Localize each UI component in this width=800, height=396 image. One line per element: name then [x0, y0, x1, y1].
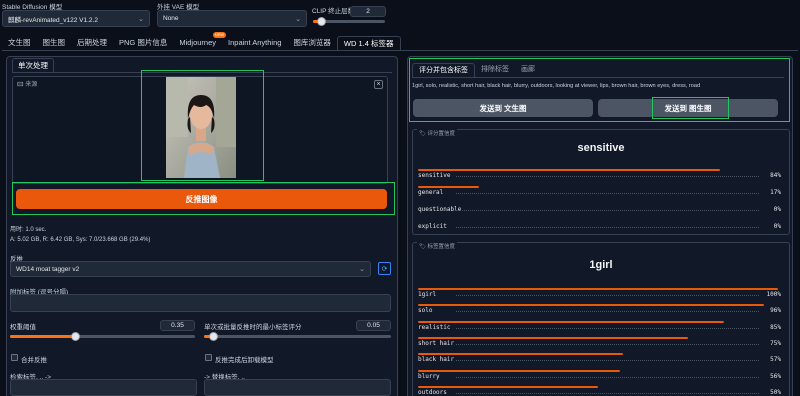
clip-slider[interactable]	[313, 17, 385, 26]
tab-inpaint-anything[interactable]: Inpaint Anything	[222, 36, 287, 50]
tab-image-browser[interactable]: 图库浏览器	[287, 36, 337, 50]
tag-bar	[418, 353, 623, 356]
tag-name: 1girl	[418, 291, 437, 298]
tag-tabs: 评分并包含标签 排除标签 画廊	[412, 63, 784, 78]
tag-name: realistic	[418, 323, 451, 331]
chevron-down-icon: ⌄	[359, 266, 365, 273]
rating-bar	[418, 186, 479, 188]
tab-extras[interactable]: 后期处理	[71, 36, 113, 50]
rating-percent: 0%	[773, 206, 781, 213]
rating-confidence-box: 🏷 评分置信度 sensitive sensitive 84% general 17%…	[412, 129, 790, 235]
vae-select[interactable]: None ⌄	[157, 10, 307, 27]
source-label: 🖾 来源	[17, 82, 38, 88]
tag-bar	[418, 385, 598, 388]
chevron-down-icon: ⌄	[295, 15, 301, 23]
sd-model-value: 麒麟-revAnimated_v122 V1.2.2	[8, 16, 98, 24]
tags-output-text[interactable]: 1girl, solo, realistic, short hair, blac…	[412, 83, 784, 89]
search-tags-input[interactable]	[10, 379, 197, 396]
batch-threshold-slider[interactable]	[204, 332, 391, 341]
unload-label: 反推完成后卸载模型	[215, 357, 274, 364]
tab-png-info[interactable]: PNG 图片信息	[113, 36, 173, 50]
main-tabs: 文生图 图生图 后期处理 PNG 图片信息 Midjourney NEW Inpa…	[2, 32, 798, 51]
send-img2img-highlight	[652, 97, 729, 119]
tag-percent: 75%	[770, 339, 781, 347]
tags-label: 🏷 标签置信度	[417, 242, 458, 250]
rating-bar	[418, 169, 720, 171]
rating-percent: 84%	[770, 172, 781, 179]
tab-excluded-tags[interactable]: 排除标签	[475, 63, 515, 77]
refresh-icon[interactable]: ⟳	[378, 262, 391, 275]
sd-model-select[interactable]: 麒麟-revAnimated_v122 V1.2.2 ⌄	[2, 10, 150, 27]
tags-top-label: 1girl	[589, 259, 613, 271]
tab-img2img[interactable]: 图生图	[37, 36, 72, 50]
rating-name: sensitive	[418, 172, 451, 179]
tab-single-process[interactable]: 单次处理	[12, 58, 54, 72]
tag-percent: 57%	[770, 356, 781, 364]
tag-name: blurry	[418, 372, 440, 380]
clip-label: CLIP 终止层数	[312, 8, 355, 15]
interrogator-value: WD14 moat tagger v2	[16, 265, 80, 273]
tag-percent: 100%	[766, 291, 781, 298]
rating-percent: 0%	[773, 223, 781, 230]
tab-midjourney[interactable]: Midjourney NEW	[173, 32, 227, 50]
tab-gallery[interactable]: 画廊	[515, 63, 541, 77]
send-to-txt2img-button[interactable]: 发送到 文生图	[413, 99, 593, 117]
tag-bar	[418, 288, 778, 290]
vae-value: None	[163, 15, 179, 22]
batch-threshold-label: 单次或批量反推时的最小标签评分	[204, 324, 302, 331]
tag-percent: 50%	[770, 388, 781, 396]
tab-rated-tags[interactable]: 评分并包含标签	[412, 63, 475, 77]
tag-name: black hair	[418, 356, 455, 364]
tab-wd14-tagger[interactable]: WD 1.4 标签器	[336, 36, 401, 50]
rating-percent: 17%	[770, 189, 781, 196]
tag-name: solo	[418, 307, 433, 315]
chevron-down-icon: ⌄	[138, 15, 144, 23]
replace-tags-input[interactable]	[204, 379, 391, 396]
combine-label: 合并反推	[21, 357, 47, 364]
rating-top-label: sensitive	[577, 142, 625, 154]
interrogator-select[interactable]: WD14 moat tagger v2 ⌄	[10, 261, 371, 277]
vram-text: A: 5.02 GB, R: 6.42 GB, Sys: 7.0/23.668 …	[10, 237, 151, 243]
tag-bar	[418, 336, 688, 339]
batch-threshold-input[interactable]: 0.05	[356, 320, 391, 331]
rating-name: general	[418, 189, 444, 196]
additional-tags-input[interactable]	[10, 294, 391, 312]
rating-row: explicit 0%	[418, 221, 781, 241]
tag-percent: 85%	[770, 323, 781, 331]
tag-percent: 56%	[770, 372, 781, 380]
tag-bar	[418, 369, 620, 372]
tag-name: short hair	[418, 339, 455, 347]
tab-txt2img[interactable]: 文生图	[2, 36, 37, 50]
tag-bar	[418, 320, 724, 323]
tag-percent: 96%	[770, 307, 781, 315]
portrait-image	[166, 77, 236, 178]
rating-name: explicit	[418, 223, 447, 230]
close-icon[interactable]: ×	[374, 80, 383, 89]
unload-checkbox[interactable]	[205, 354, 212, 361]
interrogate-button[interactable]: 反推图像	[16, 189, 387, 209]
threshold-slider[interactable]	[10, 332, 195, 341]
clip-value-input[interactable]: 2	[350, 6, 386, 17]
combine-checkbox[interactable]	[11, 354, 18, 361]
threshold-label: 权重阈值	[10, 324, 36, 331]
tag-name: outdoors	[418, 388, 447, 396]
tag-bar	[418, 304, 764, 307]
rating-name: questionable	[418, 206, 462, 213]
threshold-input[interactable]: 0.35	[160, 320, 195, 331]
tag-row: outdoors 50%	[418, 385, 781, 396]
rating-label: 🏷 评分置信度	[417, 129, 458, 137]
tab-midjourney-label: Midjourney	[179, 38, 217, 47]
tag-confidence-box: 🏷 标签置信度 1girl 1girl 100% solo 96% realistic 8…	[412, 242, 790, 396]
time-text: 用时: 1.0 sec.	[10, 227, 47, 233]
